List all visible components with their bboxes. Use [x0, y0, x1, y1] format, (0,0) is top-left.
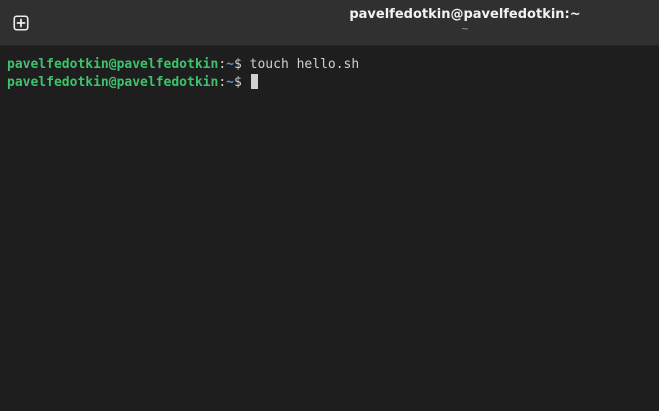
prompt-path: ~ [226, 75, 234, 90]
prompt-user: pavelfedotkin@pavelfedotkin [7, 75, 219, 90]
plus-square-icon [13, 15, 29, 31]
window-title: pavelfedotkin@pavelfedotkin:~ [349, 7, 581, 22]
prompt-separator: : [218, 75, 227, 90]
terminal-line: pavelfedotkin@pavelfedotkin:~$ touch hel… [7, 56, 659, 74]
headerbar: pavelfedotkin@pavelfedotkin:~ ~ [0, 0, 659, 46]
prompt-path: ~ [226, 57, 234, 72]
command-text: touch hello.sh [249, 57, 360, 72]
prompt-user: pavelfedotkin@pavelfedotkin [7, 57, 219, 72]
prompt-symbol: $ [233, 57, 250, 72]
terminal-window: pavelfedotkin@pavelfedotkin:~ ~ pavelfed… [0, 0, 659, 411]
window-title-block: pavelfedotkin@pavelfedotkin:~ ~ [300, 6, 630, 36]
terminal-line: pavelfedotkin@pavelfedotkin:~$ [7, 74, 659, 92]
text-cursor [250, 74, 258, 89]
prompt-separator: : [218, 57, 227, 72]
new-tab-button[interactable] [6, 8, 36, 38]
window-subtitle: ~ [460, 24, 470, 35]
terminal-output[interactable]: pavelfedotkin@pavelfedotkin:~$ touch hel… [0, 46, 659, 411]
prompt-symbol: $ [233, 75, 250, 90]
